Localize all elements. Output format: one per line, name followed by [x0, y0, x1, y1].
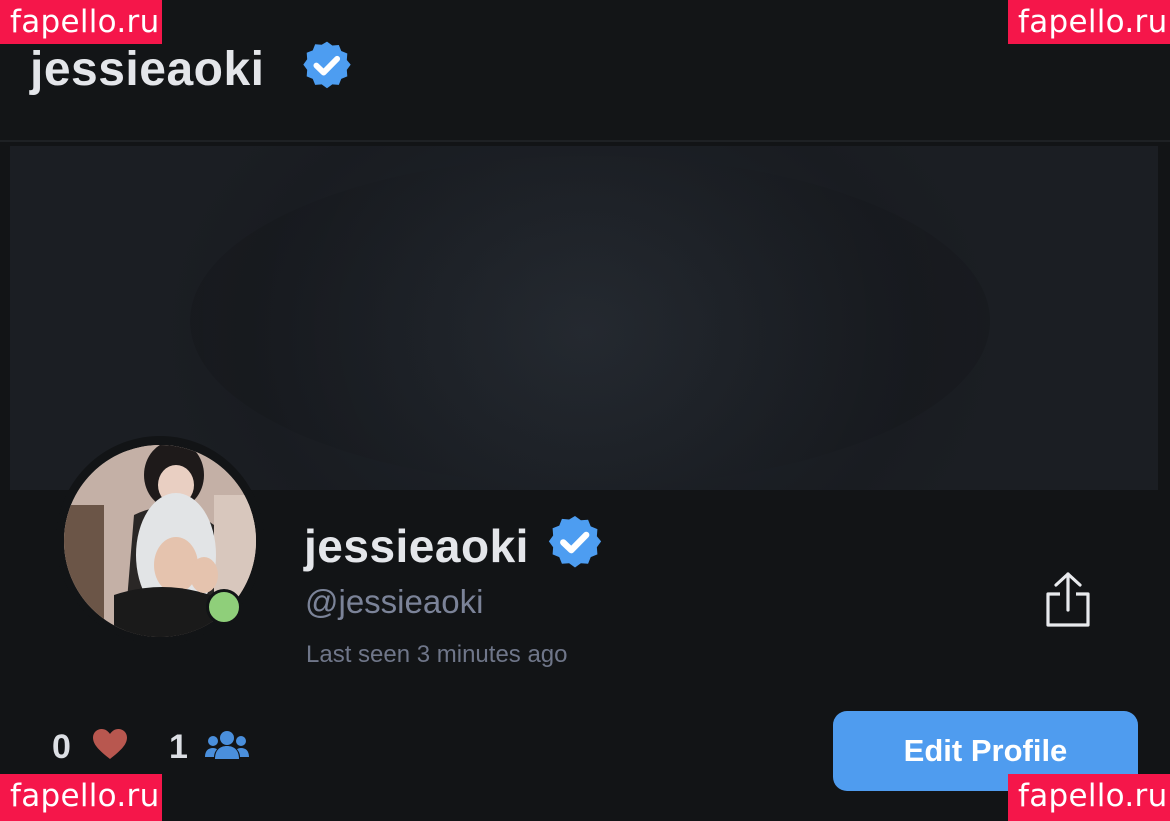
- top-header: jessieaoki: [0, 0, 1170, 142]
- users-icon: [205, 731, 249, 759]
- share-button[interactable]: [1040, 570, 1096, 630]
- verified-badge-icon: [548, 516, 602, 568]
- last-seen-status: Last seen 3 minutes ago: [306, 641, 568, 668]
- watermark-bottom-left: fapello.ru: [0, 774, 162, 821]
- online-status-indicator: [206, 589, 242, 625]
- profile-handle: @jessieaoki: [305, 583, 484, 620]
- verified-badge-icon: [303, 41, 351, 89]
- profile-name: jessieaoki: [304, 520, 529, 572]
- share-icon: [1046, 572, 1090, 627]
- watermark-top-right: fapello.ru: [1008, 0, 1170, 44]
- likes-count: 0: [52, 728, 71, 766]
- watermark-bottom-right: fapello.ru: [1008, 774, 1170, 821]
- header-title: jessieaoki: [30, 43, 265, 96]
- fans-count: 1: [169, 728, 188, 766]
- watermark-top-left: fapello.ru: [0, 0, 162, 44]
- cover-decoration: [190, 156, 990, 486]
- heart-icon: [93, 729, 127, 759]
